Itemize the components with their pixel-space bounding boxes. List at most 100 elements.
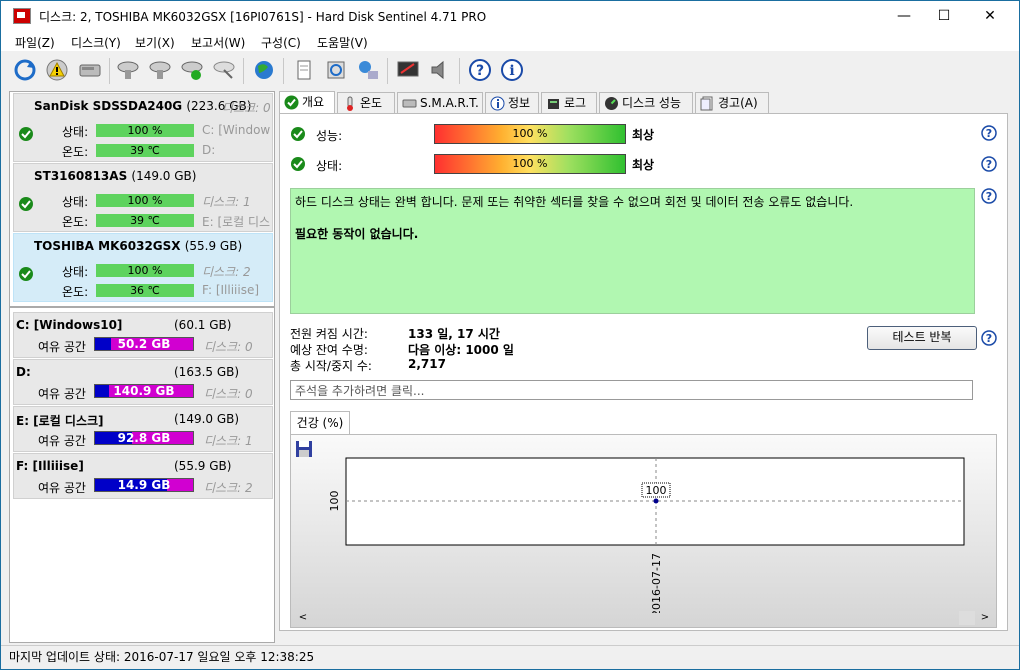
svg-text:?: ? — [986, 127, 992, 140]
partition-size: (149.0 GB) — [174, 412, 240, 426]
free-space-bar: 92.8 GB — [94, 431, 194, 445]
data-point — [653, 498, 659, 504]
partition-item-f[interactable]: F: [Illiiise] (55.9 GB) 여유 공간 14.9 GB 디스… — [13, 453, 273, 499]
globe-icon[interactable] — [251, 57, 277, 83]
status-extra: 디스크: 2 — [202, 265, 251, 279]
scroll-thumb[interactable] — [959, 611, 975, 625]
ok-check-icon — [19, 267, 33, 281]
ok-check-icon — [291, 127, 305, 141]
status-message-box: 하드 디스크 상태는 완벽 합니다. 문제 또는 취약한 섹터를 찾을 수 없으… — [290, 188, 975, 314]
document-icon — [700, 96, 713, 111]
partition-disk: 디스크: 0 — [204, 387, 253, 401]
tab-log[interactable]: 로그 — [541, 92, 597, 113]
svg-text:?: ? — [476, 63, 484, 79]
toolbar-separator — [109, 58, 110, 84]
thermometer-icon — [347, 96, 353, 111]
menu-report[interactable]: 보고서(W) — [191, 34, 245, 51]
tab-health-chart[interactable]: 건강 (%) — [290, 411, 350, 434]
partition-item-d[interactable]: D: (163.5 GB) 여유 공간 140.9 GB 디스크: 0 — [13, 359, 273, 405]
alert-disc-icon[interactable] — [44, 57, 70, 83]
hdd-icon — [402, 99, 417, 108]
gauge-icon — [605, 97, 618, 110]
ok-check-icon — [19, 197, 33, 211]
disk-test-icon[interactable] — [115, 57, 141, 83]
hdd-icon[interactable] — [77, 57, 103, 83]
menu-file[interactable]: 파일(Z) — [15, 34, 55, 51]
partition-item-c[interactable]: C: [Windows10] (60.1 GB) 여유 공간 50.2 GB 디… — [13, 312, 273, 358]
temp-bar: 39 ℃ — [96, 214, 194, 227]
partition-item-e[interactable]: E: [로컬 디스크] (149.0 GB) 여유 공간 92.8 GB 디스크… — [13, 406, 273, 452]
status-bar: 100 % — [96, 194, 194, 207]
partition-disk: 디스크: 0 — [204, 340, 253, 354]
performance-bar: 100 % — [434, 124, 626, 144]
tab-temperature[interactable]: 온도 — [337, 92, 395, 113]
app-logo-icon — [13, 8, 31, 24]
help-icon[interactable]: ? — [467, 57, 493, 83]
app-window: 디스크: 2, TOSHIBA MK6032GSX [16PI0761S] - … — [0, 0, 1020, 670]
repeat-test-button[interactable]: 테스트 반복 — [867, 326, 977, 350]
tab-alerts[interactable]: 경고(A) — [695, 92, 769, 113]
scroll-left-arrow[interactable]: < — [295, 611, 311, 625]
scroll-right-arrow[interactable]: > — [977, 611, 993, 625]
health-chart: 100 100 2016-07-17 — [328, 457, 965, 613]
disk-scan-icon[interactable] — [147, 57, 173, 83]
speaker-icon[interactable] — [427, 57, 453, 83]
status-label: 상태: — [62, 195, 89, 209]
help-icon[interactable]: ? — [981, 188, 997, 204]
maximize-button[interactable]: ☐ — [921, 1, 967, 31]
disk-list-panel: SanDisk SDSSDA240G (223.6 GB) 디스크: 0 상태:… — [9, 91, 275, 643]
status-bar: 100 % — [96, 124, 194, 137]
toolbar-separator — [387, 58, 388, 84]
status-bar: 100 % — [96, 264, 194, 277]
disk-item-0[interactable]: SanDisk SDSSDA240G (223.6 GB) 디스크: 0 상태:… — [13, 93, 273, 162]
toolbar-separator — [459, 58, 460, 84]
disk-item-2[interactable]: TOSHIBA MK6032GSX (55.9 GB) 상태: 100 % 디스… — [13, 233, 273, 302]
panel-divider — [10, 306, 274, 308]
help-icon[interactable]: ? — [981, 330, 997, 346]
svg-text:?: ? — [986, 332, 992, 345]
svg-text:?: ? — [986, 158, 992, 171]
close-button[interactable]: ✕ — [967, 1, 1013, 31]
free-space-bar: 14.9 GB — [94, 478, 194, 492]
toolbar: ? i — [1, 52, 1019, 89]
disk-tool-icon[interactable] — [211, 57, 237, 83]
temp-label: 온도: — [62, 145, 89, 159]
sync-icon[interactable] — [323, 57, 349, 83]
status-extra: 디스크: 1 — [202, 195, 251, 209]
health-bar: 100 % — [434, 154, 626, 174]
menu-view[interactable]: 보기(X) — [135, 34, 175, 51]
partition-name: C: [Windows10] — [16, 318, 123, 332]
action-message: 필요한 동작이 없습니다. — [295, 227, 419, 241]
report-icon[interactable] — [291, 57, 317, 83]
tab-info[interactable]: 정보 — [485, 92, 539, 113]
menu-disk[interactable]: 디스크(Y) — [71, 34, 121, 51]
svg-text:i: i — [509, 63, 514, 79]
refresh-icon[interactable] — [12, 57, 38, 83]
disk-item-1[interactable]: ST3160813AS (149.0 GB) 상태: 100 % 디스크: 1 … — [13, 163, 273, 232]
free-space-label: 여유 공간 — [38, 387, 86, 401]
comment-input[interactable]: 주석을 추가하려면 클릭... — [290, 380, 973, 400]
help-icon[interactable]: ? — [981, 156, 997, 172]
network-icon[interactable] — [355, 57, 381, 83]
svg-text:?: ? — [986, 190, 992, 203]
help-icon[interactable]: ? — [981, 125, 997, 141]
start-stop-stat: 총 시작/중지 수: 2,717 — [290, 357, 446, 373]
tab-overview[interactable]: 개요 — [279, 91, 335, 114]
disk-ok-icon[interactable] — [179, 57, 205, 83]
health-chart-panel: 100 100 2016-07-17 < > — [290, 434, 997, 628]
temp-bar: 36 ℃ — [96, 284, 194, 297]
temp-label: 온도: — [62, 215, 89, 229]
monitor-icon[interactable] — [395, 57, 421, 83]
menu-config[interactable]: 구성(C) — [261, 34, 301, 51]
disk-id: 디스크: 0 — [222, 101, 270, 115]
partition-disk: 디스크: 2 — [204, 481, 253, 495]
log-icon — [548, 99, 559, 109]
tab-smart[interactable]: S.M.A.R.T. — [397, 92, 483, 113]
info-icon[interactable]: i — [499, 57, 525, 83]
menu-help[interactable]: 도움말(V) — [317, 34, 368, 51]
free-space-bar: 140.9 GB — [94, 384, 194, 398]
status-extra: C: [Windows1 — [202, 123, 270, 137]
tab-disk-performance[interactable]: 디스크 성능 — [599, 92, 693, 113]
temp-extra: E: [로컬 디스크 — [202, 215, 270, 229]
partition-name: E: [로컬 디스크] — [16, 414, 104, 428]
